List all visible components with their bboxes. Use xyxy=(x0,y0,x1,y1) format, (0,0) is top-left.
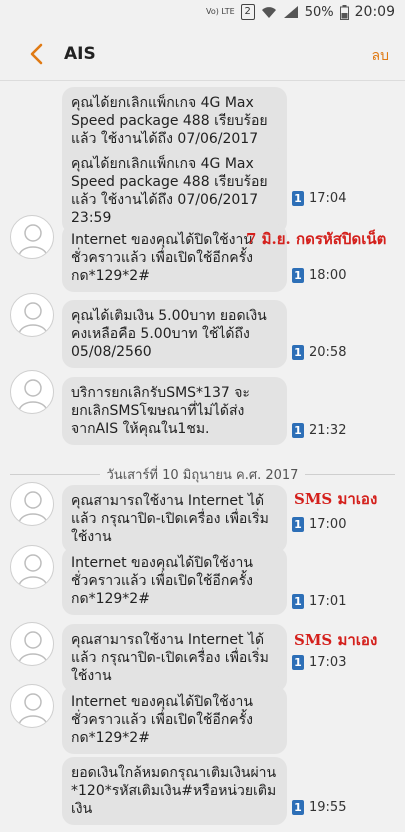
wifi-icon xyxy=(261,7,276,18)
divider-line xyxy=(305,474,395,475)
message-meta: 1 17:00 xyxy=(292,517,346,532)
sim-badge: 1 xyxy=(292,800,304,815)
message-time: 17:04 xyxy=(309,191,347,206)
message-time: 21:32 xyxy=(309,423,347,438)
delete-button[interactable]: ลบ xyxy=(372,45,389,67)
message-bubble[interactable]: คุณได้ยกเลิกแพ็กเกจ 4G Max Speed package… xyxy=(62,148,287,234)
person-icon xyxy=(18,302,48,335)
conversation-title: AIS xyxy=(64,44,96,64)
battery-icon xyxy=(339,4,349,20)
message-time: 20:58 xyxy=(309,345,347,360)
status-bar: Vo) LTE 2 50% 20:09 xyxy=(0,0,405,28)
message-bubble[interactable]: Internet ของคุณได้ปิดใช้งานชั่วคราวแล้ว … xyxy=(62,686,287,754)
message-bubble[interactable]: คุณสามารถใช้งาน Internet ได้แล้ว กรุณาปิ… xyxy=(62,624,287,692)
annotation-note: SMS มาเอง xyxy=(294,631,378,649)
message-bubble[interactable]: ยอดเงินใกล้หมดกรุณาเติมเงินผ่าน *120*รหั… xyxy=(62,757,287,825)
message-time: 17:00 xyxy=(309,517,347,532)
message-time: 17:01 xyxy=(309,594,347,609)
annotation-note: SMS มาเอง xyxy=(294,490,378,508)
avatar[interactable] xyxy=(10,482,54,526)
annotation-note: 7 มิ.ย. กดรหัสปิดเน็ต xyxy=(246,230,387,248)
avatar[interactable] xyxy=(10,622,54,666)
message-meta: 1 17:03 xyxy=(292,655,346,670)
message-bubble[interactable]: Internet ของคุณได้ปิดใช้งานชั่วคราวแล้ว … xyxy=(62,547,287,615)
app-bar: AIS ลบ xyxy=(0,28,405,81)
person-icon xyxy=(18,631,48,664)
back-arrow-icon[interactable] xyxy=(24,40,52,68)
person-icon xyxy=(18,554,48,587)
person-icon xyxy=(18,224,48,257)
sim-badge: 1 xyxy=(292,268,304,283)
sim-badge: 1 xyxy=(292,191,304,206)
sim-badge: 1 xyxy=(292,655,304,670)
message-bubble[interactable]: บริการยกเลิกรับSMS*137 จะยกเลิกSMSโฆษณาท… xyxy=(62,377,287,445)
message-time: 19:55 xyxy=(309,800,347,815)
person-icon xyxy=(18,379,48,412)
message-meta: 1 17:04 xyxy=(292,191,346,206)
avatar[interactable] xyxy=(10,215,54,259)
sim-badge: 1 xyxy=(292,517,304,532)
message-meta: 1 18:00 xyxy=(292,268,346,283)
message-meta: 1 21:32 xyxy=(292,423,346,438)
avatar[interactable] xyxy=(10,370,54,414)
avatar[interactable] xyxy=(10,293,54,337)
avatar[interactable] xyxy=(10,684,54,728)
person-icon xyxy=(18,491,48,524)
message-time: 18:00 xyxy=(309,268,347,283)
sim-badge: 1 xyxy=(292,423,304,438)
status-time: 20:09 xyxy=(354,4,395,20)
message-bubble[interactable]: คุณได้เติมเงิน 5.00บาท ยอดเงินคงเหลือคือ… xyxy=(62,300,287,368)
message-meta: 1 19:55 xyxy=(292,800,346,815)
battery-percent: 50% xyxy=(304,4,334,20)
message-meta: 1 20:58 xyxy=(292,345,346,360)
sim-slot-icon: 2 xyxy=(240,4,255,20)
sim-badge: 1 xyxy=(292,594,304,609)
message-bubble[interactable]: คุณสามารถใช้งาน Internet ได้แล้ว กรุณาปิ… xyxy=(62,485,287,553)
volte-icon: Vo) LTE xyxy=(206,7,235,16)
avatar[interactable] xyxy=(10,545,54,589)
sim-badge: 1 xyxy=(292,345,304,360)
message-meta: 1 17:01 xyxy=(292,594,346,609)
signal-icon xyxy=(283,6,298,18)
person-icon xyxy=(18,693,48,726)
message-time: 17:03 xyxy=(309,655,347,670)
date-divider: วันเสาร์ที่ 10 มิถุนายน ค.ศ. 2017 xyxy=(10,464,395,484)
